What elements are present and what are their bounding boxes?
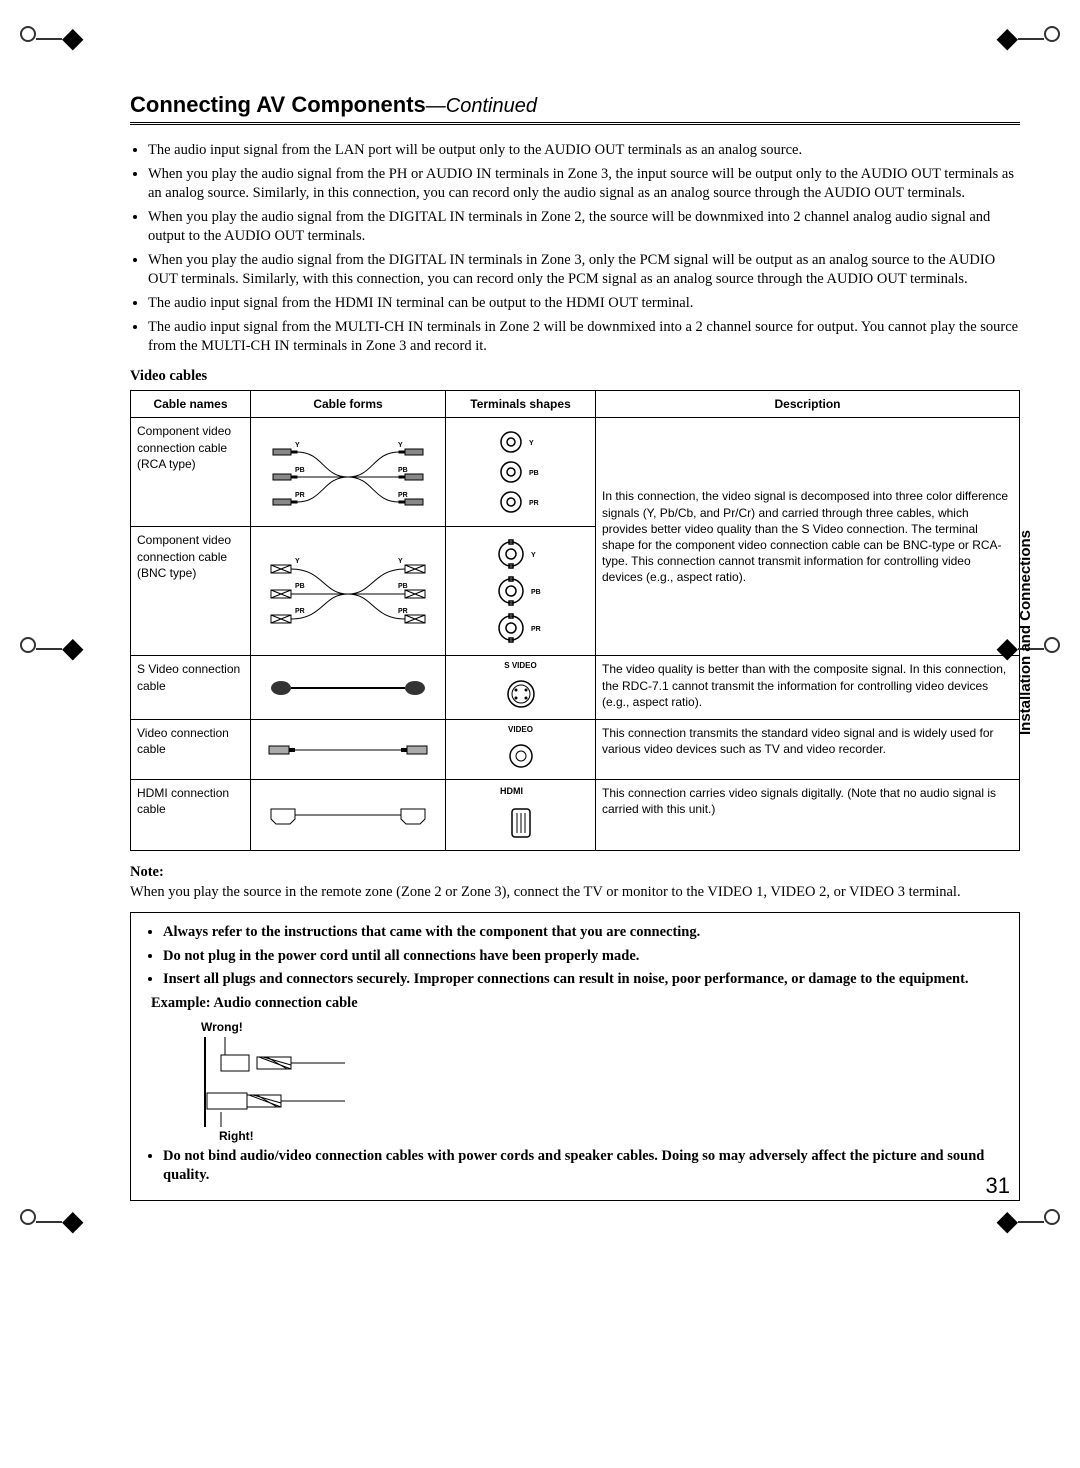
- intro-bullet: The audio input signal from the MULTI-CH…: [148, 318, 1020, 357]
- caution-item: Do not bind audio/video connection cable…: [163, 1147, 1005, 1186]
- intro-bullet: When you play the audio signal from the …: [148, 165, 1020, 204]
- svg-text:PR: PR: [398, 608, 408, 615]
- svg-text:PB: PB: [531, 589, 541, 596]
- cable-desc: This connection transmits the standard v…: [596, 720, 1020, 780]
- cable-form-diagram: Y PB PR Y PB PR: [251, 418, 446, 527]
- svg-text:Y: Y: [295, 558, 300, 565]
- page-number: 31: [986, 1171, 1010, 1201]
- cable-desc: This connection carries video signals di…: [596, 779, 1020, 850]
- terminal-shape: HDMI: [446, 779, 596, 850]
- svg-text:HDMI: HDMI: [500, 786, 523, 796]
- cable-name: Video connection cable: [131, 720, 251, 780]
- note-text: When you play the source in the remote z…: [130, 883, 1020, 903]
- crop-mark-ml: ◆: [20, 630, 84, 668]
- section-subtitle: —Continued: [426, 95, 537, 117]
- svg-text:PB: PB: [398, 467, 408, 474]
- svg-text:Y: Y: [529, 440, 534, 447]
- cable-name: Component video connection cable (RCA ty…: [131, 418, 251, 527]
- intro-bullet: When you play the audio signal from the …: [148, 208, 1020, 247]
- terminal-shape: VIDEO: [446, 720, 596, 780]
- plug-example-diagram: [175, 1037, 365, 1127]
- col-header-forms: Cable forms: [251, 391, 446, 418]
- crop-mark-br: ◆: [996, 1203, 1060, 1241]
- terminal-shape: Y PB PR: [446, 527, 596, 656]
- cable-form-diagram: [251, 779, 446, 850]
- intro-bullet: The audio input signal from the HDMI IN …: [148, 294, 1020, 314]
- svg-text:PR: PR: [398, 492, 408, 499]
- svg-text:Y: Y: [398, 558, 403, 565]
- svg-text:PB: PB: [295, 583, 305, 590]
- example-label: Example: Audio connection cable: [151, 994, 1005, 1014]
- cable-name: HDMI connection cable: [131, 779, 251, 850]
- caution-box: Always refer to the instructions that ca…: [130, 912, 1020, 1201]
- video-cables-heading: Video cables: [130, 367, 1020, 387]
- wrong-label: Wrong!: [201, 1020, 243, 1034]
- cable-form-diagram: [251, 656, 446, 720]
- section-title: Connecting AV Components: [130, 92, 426, 117]
- crop-mark-tl: ◆: [20, 20, 84, 58]
- crop-mark-tr: ◆: [996, 20, 1060, 58]
- col-header-names: Cable names: [131, 391, 251, 418]
- svg-text:PR: PR: [531, 626, 541, 633]
- cable-desc: In this connection, the video signal is …: [596, 418, 1020, 656]
- video-cables-table: Cable names Cable forms Terminals shapes…: [130, 390, 1020, 851]
- intro-bullet: When you play the audio signal from the …: [148, 251, 1020, 290]
- svg-text:PR: PR: [529, 500, 539, 507]
- col-header-desc: Description: [596, 391, 1020, 418]
- svg-text:PR: PR: [295, 492, 305, 499]
- caution-item: Do not plug in the power cord until all …: [163, 947, 1005, 967]
- col-header-terminals: Terminals shapes: [446, 391, 596, 418]
- cable-name: Component video connection cable (BNC ty…: [131, 527, 251, 656]
- cable-form-diagram: Y PB PR Y PB PR: [251, 527, 446, 656]
- side-tab: Installation and Connections: [1016, 530, 1036, 735]
- caution-item: Insert all plugs and connectors securely…: [163, 970, 1005, 990]
- svg-text:Y: Y: [295, 442, 300, 449]
- cable-form-diagram: [251, 720, 446, 780]
- svg-text:PB: PB: [529, 470, 539, 477]
- terminal-shape: Y PB PR: [446, 418, 596, 527]
- caution-item: Always refer to the instructions that ca…: [163, 923, 1005, 943]
- svg-text:PB: PB: [398, 583, 408, 590]
- svg-text:PR: PR: [295, 608, 305, 615]
- intro-bullet: The audio input signal from the LAN port…: [148, 141, 1020, 161]
- svg-text:Y: Y: [398, 442, 403, 449]
- right-label: Right!: [219, 1129, 254, 1143]
- hdmi-logo-icon: HDMI: [500, 785, 542, 797]
- svg-text:PB: PB: [295, 467, 305, 474]
- terminal-shape: S VIDEO: [446, 656, 596, 720]
- intro-bullet-list: The audio input signal from the LAN port…: [130, 141, 1020, 357]
- crop-mark-bl: ◆: [20, 1203, 84, 1241]
- note-heading: Note:: [130, 863, 1020, 883]
- svg-text:Y: Y: [531, 552, 536, 559]
- cable-desc: The video quality is better than with th…: [596, 656, 1020, 720]
- cable-name: S Video connection cable: [131, 656, 251, 720]
- section-heading: Connecting AV Components—Continued: [130, 90, 1020, 125]
